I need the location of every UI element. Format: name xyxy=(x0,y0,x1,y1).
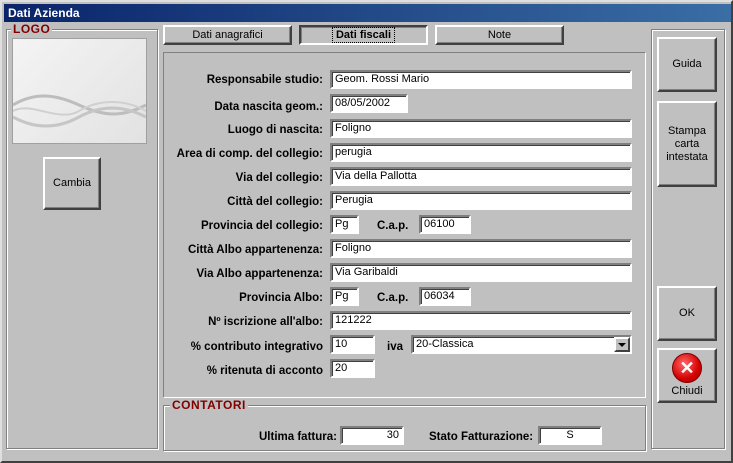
label-cap-albo: C.a.p. xyxy=(377,292,409,304)
iva-dropdown-button[interactable] xyxy=(614,337,630,352)
tab-dati-anagrafici-label: Dati anagrafici xyxy=(192,29,263,41)
chiudi-label: Chiudi xyxy=(671,385,703,397)
label-ultima-fattura: Ultima fattura: xyxy=(259,431,337,443)
label-iscrizione-albo: Nº iscrizione all'albo: xyxy=(208,316,323,328)
label-data-nascita: Data nascita geom.: xyxy=(214,101,323,113)
iva-select-value: 20-Classica xyxy=(416,338,474,350)
area-collegio-field[interactable]: perugia xyxy=(330,143,632,162)
window-title: Dati Azienda xyxy=(4,4,731,22)
logo-image xyxy=(12,38,147,144)
ritenuta-field[interactable]: 20 xyxy=(330,359,375,378)
iscrizione-albo-field[interactable]: 121222 xyxy=(330,311,632,330)
label-cap-collegio: C.a.p. xyxy=(377,220,409,232)
via-collegio-field[interactable]: Via della Pallotta xyxy=(330,167,632,186)
citta-collegio-field[interactable]: Perugia xyxy=(330,191,632,210)
via-albo-field[interactable]: Via Garibaldi xyxy=(330,263,632,282)
label-iva: iva xyxy=(387,341,403,353)
label-stato-fatturazione: Stato Fatturazione: xyxy=(429,431,534,443)
tab-note[interactable]: Note xyxy=(435,25,564,45)
tab-note-label: Note xyxy=(487,29,512,41)
label-provincia-collegio: Provincia del collegio: xyxy=(200,220,323,232)
label-ritenuta: % ritenuta di acconto xyxy=(206,365,323,377)
cambia-logo-button[interactable]: Cambia xyxy=(43,157,101,210)
tab-dati-fiscali[interactable]: Dati fiscali xyxy=(299,25,428,45)
label-via-albo: Via Albo appartenenza: xyxy=(196,268,323,280)
label-contributo: % contributo integrativo xyxy=(190,341,323,353)
iva-select[interactable]: 20-Classica xyxy=(411,335,632,354)
chiudi-button[interactable]: ✕ Chiudi xyxy=(657,348,717,403)
label-citta-albo: Città Albo appartenenza: xyxy=(187,244,323,256)
label-luogo-nascita: Luogo di nascita: xyxy=(227,124,323,136)
tab-dati-fiscali-label: Dati fiscali xyxy=(331,27,396,43)
chevron-down-icon xyxy=(618,342,626,347)
data-nascita-field[interactable]: 08/05/2002 xyxy=(330,94,408,113)
close-icon: ✕ xyxy=(672,353,702,383)
contatori-legend: CONTATORI xyxy=(170,398,248,412)
provincia-collegio-field[interactable]: Pg xyxy=(330,215,359,234)
label-citta-collegio: Città del collegio: xyxy=(227,196,323,208)
responsabile-field[interactable]: Geom. Rossi Mario xyxy=(330,70,632,89)
ok-button[interactable]: OK xyxy=(657,286,717,341)
ultima-fattura-field[interactable]: 30 xyxy=(340,426,404,445)
stampa-carta-intestata-button[interactable]: Stampa carta intestata xyxy=(657,101,717,187)
cap-albo-field[interactable]: 06034 xyxy=(419,287,471,306)
label-responsabile: Responsabile studio: xyxy=(206,74,323,86)
label-via-collegio: Via del collegio: xyxy=(235,172,323,184)
logo-legend: LOGO xyxy=(11,22,53,36)
cap-collegio-field[interactable]: 06100 xyxy=(419,215,471,234)
stato-fatturazione-field[interactable]: S xyxy=(538,426,602,445)
contributo-field[interactable]: 10 xyxy=(330,335,375,354)
citta-albo-field[interactable]: Foligno xyxy=(330,239,632,258)
guida-button[interactable]: Guida xyxy=(657,37,717,92)
provincia-albo-field[interactable]: Pg xyxy=(330,287,359,306)
luogo-nascita-field[interactable]: Foligno xyxy=(330,119,632,138)
logo-wave-graphic xyxy=(12,94,147,128)
label-provincia-albo: Provincia Albo: xyxy=(239,292,323,304)
tab-dati-anagrafici[interactable]: Dati anagrafici xyxy=(163,25,292,45)
label-area-collegio: Area di comp. del collegio: xyxy=(176,148,323,160)
